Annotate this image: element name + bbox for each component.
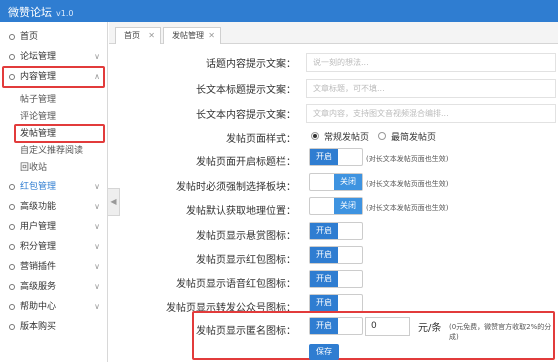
- chevron-down-icon: ∨: [94, 202, 100, 211]
- app-version: v1.0: [56, 9, 74, 18]
- topic-hint-input[interactable]: 说一刻的想法...: [306, 53, 556, 72]
- voice-redpacket-label: 发帖页显示语音红包图标：: [176, 279, 296, 290]
- redpacket-icon: [9, 184, 15, 190]
- chevron-down-icon: ∨: [94, 222, 100, 231]
- highlight-box-content-management: [2, 66, 105, 88]
- sidebar-item-label: 论坛管理: [20, 52, 57, 62]
- style-option-minimal: 最简发帖页: [391, 133, 437, 143]
- user-icon: [9, 224, 15, 230]
- long-title-label: 长文本标题提示文案：: [196, 85, 296, 96]
- sidebar-item-label: 首页: [20, 32, 39, 42]
- points-icon: [9, 244, 15, 250]
- chevron-down-icon: ∨: [94, 262, 100, 271]
- chevron-down-icon: ∨: [94, 242, 100, 251]
- long-content-label: 长文本内容提示文案：: [196, 110, 296, 121]
- location-label: 发帖默认获取地理位置：: [186, 206, 296, 217]
- force-section-label: 发帖时必须强制选择板块：: [176, 182, 296, 193]
- toggle-knob: 开启: [310, 271, 338, 287]
- reward-icon-label: 发帖页显示悬赏图标：: [196, 231, 296, 242]
- anonymous-icon-toggle[interactable]: 开启: [309, 317, 363, 335]
- forum-icon: [9, 54, 15, 60]
- sidebar-item-label: 营销插件: [20, 262, 57, 272]
- sidebar-item-version-purchase[interactable]: 版本购买: [0, 318, 108, 336]
- sidebar-item-help-center[interactable]: 帮助中心 ∨: [0, 298, 108, 316]
- location-hint: (对长文本发帖页面也生效): [366, 204, 449, 212]
- sidebar-item-home[interactable]: 首页: [0, 28, 108, 46]
- force-section-hint: (对长文本发帖页面也生效): [366, 180, 449, 188]
- location-toggle[interactable]: 关闭: [309, 197, 363, 215]
- sidebar-item-label: 帮助中心: [20, 302, 57, 312]
- sidebar-sub-custom-recommend[interactable]: 自定义推荐阅读: [20, 143, 83, 159]
- close-icon[interactable]: ✕: [208, 28, 215, 43]
- highlight-box-posting-management: [14, 124, 105, 143]
- post-style-label: 发帖页面样式：: [226, 134, 296, 145]
- close-icon[interactable]: ✕: [148, 28, 155, 43]
- home-icon: [9, 34, 15, 40]
- sidebar-item-forum-management[interactable]: 论坛管理 ∨: [0, 48, 108, 66]
- sidebar-item-advanced-features[interactable]: 高级功能 ∨: [0, 198, 108, 216]
- toggle-knob: 开启: [310, 223, 338, 239]
- toggle-knob: 开启: [310, 295, 338, 311]
- title-bar-label: 发帖页面开启标题栏：: [196, 157, 296, 168]
- style-radio-minimal[interactable]: [378, 132, 386, 140]
- tab-posting-management[interactable]: 发帖管理 ✕: [163, 27, 221, 44]
- app-logo[interactable]: 微赞论坛 v1.0: [8, 4, 73, 20]
- sidebar: 首页 论坛管理 ∨ 内容管理 ∧ 帖子管理 评论管理 发帖管理 自定义推荐阅读 …: [0, 22, 108, 362]
- toggle-knob: 开启: [310, 247, 338, 263]
- anonymous-price-unit: 元/条: [418, 323, 442, 334]
- chevron-down-icon: ∨: [94, 182, 100, 191]
- purchase-icon: [9, 324, 15, 330]
- anonymous-icon-label: 发帖页显示匿名图标：: [196, 326, 296, 337]
- tab-home[interactable]: 首页 ✕: [115, 27, 161, 44]
- sidebar-item-points-management[interactable]: 积分管理 ∨: [0, 238, 108, 256]
- tab-label: 首页: [124, 31, 140, 40]
- style-option-regular: 常规发帖页: [324, 133, 370, 143]
- redpacket-icon-toggle[interactable]: 开启: [309, 246, 363, 264]
- app-title: 微赞论坛: [8, 6, 52, 19]
- marketing-icon: [9, 264, 15, 270]
- sidebar-sub-recycle-bin[interactable]: 回收站: [20, 160, 47, 176]
- help-icon: [9, 304, 15, 310]
- repost-icon-toggle[interactable]: 开启: [309, 294, 363, 312]
- long-content-input[interactable]: 文章内容，支持图文音视频混合编排...: [306, 104, 556, 123]
- tab-bar: 首页 ✕ 发帖管理 ✕: [109, 22, 558, 44]
- top-header: 微赞论坛 v1.0: [0, 0, 558, 22]
- chevron-down-icon: ∨: [94, 282, 100, 291]
- sidebar-item-label: 用户管理: [20, 222, 57, 232]
- reward-icon-toggle[interactable]: 开启: [309, 222, 363, 240]
- sidebar-sub-comment-management[interactable]: 评论管理: [20, 109, 56, 125]
- toggle-knob: 关闭: [334, 174, 362, 190]
- advanced-icon: [9, 204, 15, 210]
- sidebar-item-advanced-services[interactable]: 高级服务 ∨: [0, 278, 108, 296]
- sidebar-item-user-management[interactable]: 用户管理 ∨: [0, 218, 108, 236]
- anonymous-price-hint: (0元免费，微赞官方收取2%的分成): [449, 323, 552, 341]
- topic-hint-label: 话题内容提示文案：: [206, 59, 296, 70]
- services-icon: [9, 284, 15, 290]
- toggle-knob: 关闭: [334, 198, 362, 214]
- sidebar-item-redpacket-management[interactable]: 红包管理 ∨: [0, 178, 108, 196]
- anonymous-price-input[interactable]: 0: [365, 317, 410, 336]
- long-title-input[interactable]: 文章标题，可不填...: [306, 79, 556, 98]
- chevron-down-icon: ∨: [94, 302, 100, 311]
- tab-label: 发帖管理: [172, 31, 204, 40]
- sidebar-item-label: 版本购买: [20, 322, 57, 332]
- sidebar-item-label: 积分管理: [20, 242, 57, 252]
- toggle-knob: 开启: [310, 149, 338, 165]
- redpacket-icon-label: 发帖页显示红包图标：: [196, 255, 296, 266]
- sidebar-item-marketing-plugins[interactable]: 营销插件 ∨: [0, 258, 108, 276]
- chevron-down-icon: ∨: [94, 52, 100, 61]
- sidebar-item-label: 高级功能: [20, 202, 57, 212]
- title-bar-hint: (对长文本发帖页面也生效): [366, 155, 449, 163]
- toggle-knob: 开启: [310, 318, 338, 334]
- force-section-toggle[interactable]: 关闭: [309, 173, 363, 191]
- voice-redpacket-toggle[interactable]: 开启: [309, 270, 363, 288]
- style-radio-regular[interactable]: [311, 132, 319, 140]
- sidebar-item-label: 红包管理: [20, 182, 57, 192]
- save-button[interactable]: 保存: [309, 344, 339, 360]
- sidebar-sub-post-management[interactable]: 帖子管理: [20, 92, 56, 108]
- sidebar-item-label: 高级服务: [20, 282, 57, 292]
- title-bar-toggle[interactable]: 开启: [309, 148, 363, 166]
